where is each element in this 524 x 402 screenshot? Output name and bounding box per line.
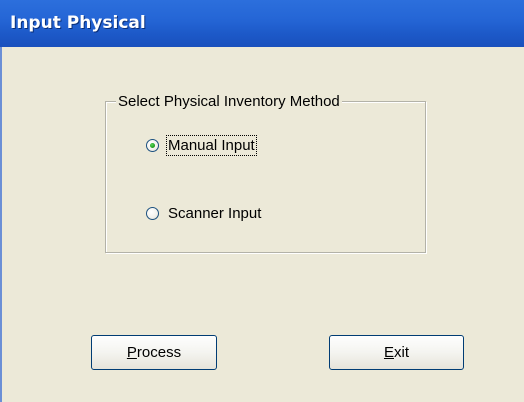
inventory-method-groupbox <box>105 101 426 253</box>
exit-button-label: Exit <box>383 344 409 361</box>
process-button-label: Process <box>126 344 182 361</box>
radio-scanner-input-label[interactable]: Scanner Input <box>168 205 261 222</box>
title-bar[interactable]: Input Physical <box>0 0 524 47</box>
radio-manual-input-label[interactable]: Manual Input <box>166 135 257 156</box>
radio-scanner-input[interactable]: Scanner Input <box>146 205 261 222</box>
radio-button-unchecked-icon[interactable] <box>146 207 159 220</box>
radio-manual-input[interactable]: Manual Input <box>146 135 257 156</box>
window-title: Input Physical <box>10 13 146 33</box>
exit-button[interactable]: Exit <box>329 335 464 370</box>
groupbox-label: Select Physical Inventory Method <box>116 93 342 110</box>
radio-button-checked-icon[interactable] <box>146 139 159 152</box>
process-button[interactable]: Process <box>91 335 217 370</box>
dialog-window: Input Physical Select Physical Inventory… <box>0 0 524 402</box>
